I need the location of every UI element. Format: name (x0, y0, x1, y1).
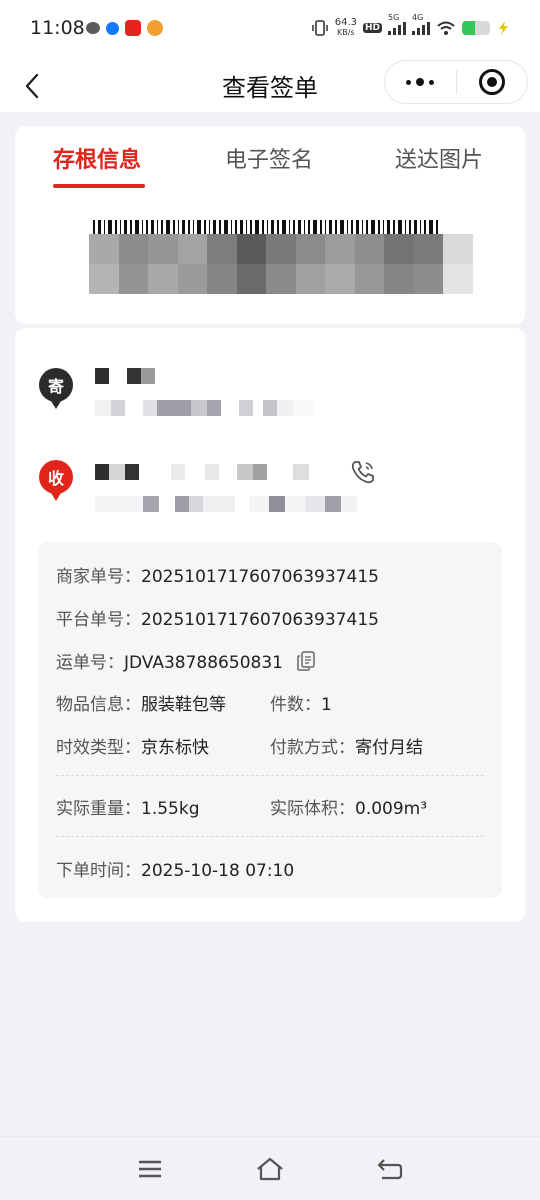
more-dot-icon (429, 79, 435, 85)
service-type-value: 京东标快 (141, 738, 209, 758)
payment-value: 寄付月结 (355, 738, 423, 758)
volume-label: 实际体积： (270, 799, 355, 819)
goods-row: 物品信息：服装鞋包等 (56, 690, 226, 715)
weight-row: 实际重量：1.55kg (56, 794, 200, 819)
signal-4g: 4G (412, 13, 430, 35)
platform-order-value: 2025101717607063937415 (141, 610, 379, 630)
signal-5g-bars (388, 21, 406, 35)
battery-fill (462, 21, 475, 35)
barcode-image-blurred (89, 216, 473, 296)
home-icon (257, 1157, 283, 1181)
tab-delivery-photo[interactable]: 送达图片 (395, 142, 483, 174)
order-time-label: 下单时间： (56, 861, 141, 881)
pieces-row: 件数：1 (270, 690, 332, 715)
app-notification-icon (106, 21, 119, 35)
back-system-button[interactable] (374, 1153, 406, 1185)
merchant-order-label: 商家单号： (56, 567, 141, 587)
status-time: 11:08 (30, 17, 85, 39)
goods-label: 物品信息： (56, 695, 141, 715)
game-app-icon (147, 20, 163, 36)
close-mini-program-button[interactable] (457, 60, 528, 104)
wechat-icon (86, 22, 100, 34)
sender-address-redacted (95, 400, 313, 416)
active-tab-indicator (53, 184, 145, 188)
menu-icon (139, 1160, 161, 1178)
waybill-detail-card: 寄 收 商家单号：2025101717607063937415 平台单号：202… (15, 328, 525, 922)
mini-program-capsule (384, 60, 528, 104)
pieces-value: 1 (321, 695, 332, 715)
target-icon (478, 69, 505, 95)
network-speed: 64.3 KB/s (335, 18, 357, 38)
waybill-label: 运单号： (56, 653, 124, 673)
info-divider (56, 775, 484, 776)
sender-badge: 寄 (39, 368, 73, 409)
waybill-value: JDVA38788650831 (124, 653, 283, 673)
volume-value: 0.009m³ (355, 799, 428, 819)
charging-icon (499, 21, 508, 35)
system-nav-bar (0, 1136, 540, 1200)
shop-app-icon (125, 20, 141, 36)
weight-value: 1.55kg (141, 799, 200, 819)
tab-stub-info[interactable]: 存根信息 (53, 142, 141, 174)
nav-bar: 查看签单 (0, 60, 540, 112)
receiver-badge: 收 (39, 460, 73, 501)
network-speed-unit: KB/s (337, 28, 355, 37)
goods-value: 服装鞋包等 (141, 695, 226, 715)
more-dot-icon (416, 78, 425, 86)
barcode-mosaic (89, 234, 473, 294)
order-time-value: 2025-10-18 07:10 (141, 861, 295, 881)
payment-label: 付款方式： (270, 738, 355, 758)
status-bar: 11:08 64.3 KB/s HD 5G 4G (0, 0, 540, 60)
weight-label: 实际重量： (56, 799, 141, 819)
service-type-label: 时效类型： (56, 738, 141, 758)
platform-order-label: 平台单号： (56, 610, 141, 630)
order-info-box: 商家单号：2025101717607063937415 平台单号：2025101… (38, 542, 502, 898)
waybill-row: 运单号：JDVA38788650831 (56, 648, 315, 673)
wifi-icon (437, 21, 455, 35)
volume-row: 实际体积：0.009m³ (270, 794, 427, 819)
receiver-name-redacted (95, 464, 309, 480)
stub-card: 存根信息 电子签名 送达图片 (15, 126, 525, 324)
call-phone-icon[interactable] (349, 458, 377, 486)
status-right: 64.3 KB/s HD 5G 4G (311, 13, 510, 38)
signal-5g: 5G (388, 13, 406, 35)
vibrate-icon (311, 20, 328, 36)
info-divider (56, 836, 484, 837)
network-speed-value: 64.3 (334, 17, 357, 28)
sender-name-redacted (95, 368, 155, 384)
battery-icon (462, 21, 490, 35)
pieces-label: 件数： (270, 695, 321, 715)
receiver-address-redacted (95, 496, 357, 512)
copy-icon[interactable] (297, 651, 315, 671)
notification-icons (86, 20, 163, 36)
order-time-row: 下单时间：2025-10-18 07:10 (56, 856, 294, 881)
back-return-icon (377, 1159, 403, 1180)
merchant-order-value: 2025101717607063937415 (141, 567, 379, 587)
more-dot-icon (406, 79, 412, 85)
platform-order-row: 平台单号：2025101717607063937415 (56, 605, 379, 630)
service-type-row: 时效类型：京东标快 (56, 733, 209, 758)
tab-e-signature[interactable]: 电子签名 (225, 142, 313, 174)
merchant-order-row: 商家单号：2025101717607063937415 (56, 562, 379, 587)
hd-badge: HD (362, 23, 382, 33)
signal-4g-label: 4G (412, 13, 424, 22)
more-button[interactable] (385, 60, 456, 104)
signal-4g-bars (412, 21, 430, 35)
payment-row: 付款方式：寄付月结 (270, 733, 423, 758)
signal-5g-label: 5G (388, 13, 400, 22)
menu-button[interactable] (134, 1153, 166, 1185)
home-button[interactable] (254, 1153, 286, 1185)
